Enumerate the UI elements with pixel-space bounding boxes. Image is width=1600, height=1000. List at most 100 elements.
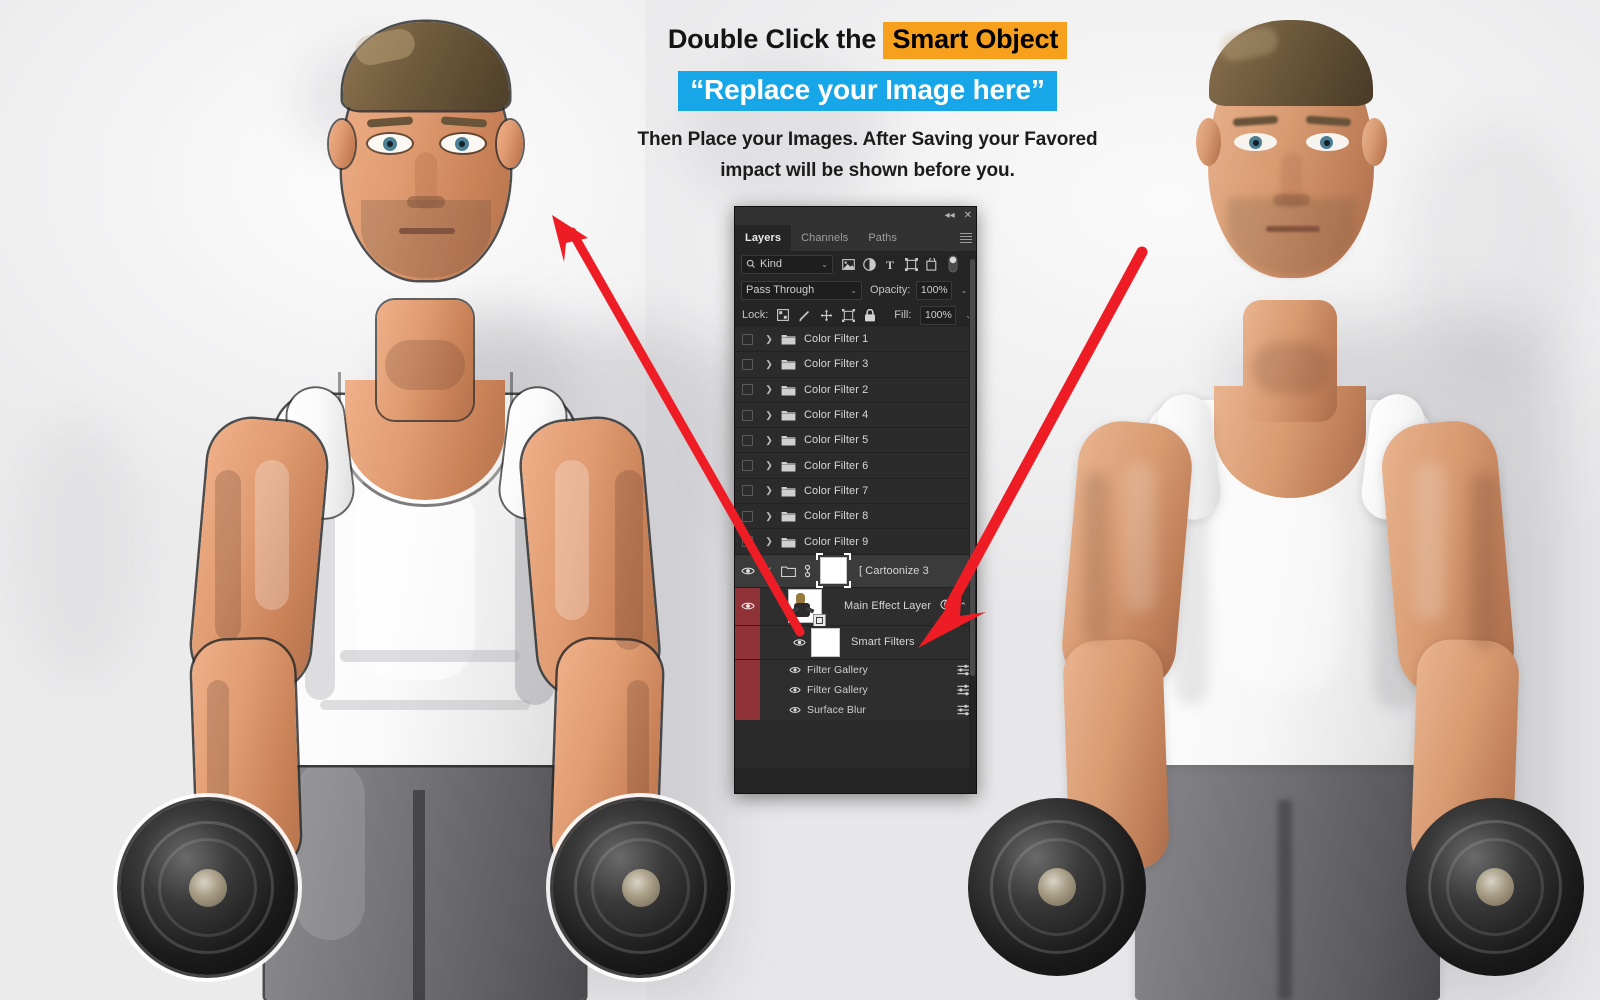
all-lock-icon[interactable] xyxy=(864,308,876,322)
folder-icon xyxy=(778,409,798,421)
transparency-lock-icon[interactable] xyxy=(777,309,790,322)
expand-arrow-icon[interactable]: ❯ xyxy=(760,410,778,421)
filter-name: Filter Gallery xyxy=(807,663,868,676)
folder-icon xyxy=(778,565,798,577)
visibility-toggle[interactable] xyxy=(735,460,760,472)
layer-row-color-filter-4[interactable]: ❯ Color Filter 4 xyxy=(735,403,976,429)
layer-row-smart-filters[interactable]: Smart Filters xyxy=(735,625,976,660)
expand-arrow-icon[interactable]: ❯ xyxy=(760,536,778,547)
visibility-toggle[interactable] xyxy=(735,333,760,345)
collapse-panel-icon[interactable]: ◂◂ xyxy=(945,211,955,221)
folder-icon xyxy=(778,536,798,548)
visibility-toggle[interactable] xyxy=(735,510,760,522)
filter-visibility-toggle[interactable] xyxy=(735,666,807,674)
check-icon: ✓ xyxy=(765,565,773,576)
brush-lock-icon[interactable] xyxy=(798,309,811,322)
visibility-toggle[interactable] xyxy=(735,384,760,396)
tab-paths[interactable]: Paths xyxy=(858,225,907,251)
eye-icon xyxy=(789,706,801,713)
layer-row-color-filter-6[interactable]: ❯ Color Filter 6 xyxy=(735,453,976,479)
layers-list: ❯ Color Filter 1 ❯ Color Filter 3 ❯ Colo… xyxy=(735,327,976,768)
panel-menu-icon[interactable] xyxy=(956,225,976,251)
scrollbar-thumb[interactable] xyxy=(970,259,975,676)
layer-row-color-filter-5[interactable]: ❯ Color Filter 5 xyxy=(735,428,976,454)
smart-filters-mask-thumbnail[interactable] xyxy=(811,627,840,657)
layer-row-color-filter-3[interactable]: ❯ Color Filter 3 xyxy=(735,352,976,378)
smart-filters-label: Smart Filters xyxy=(851,636,915,649)
expand-arrow-icon[interactable]: ❯ xyxy=(760,460,778,471)
tab-channels[interactable]: Channels xyxy=(791,225,858,251)
hamburger-icon xyxy=(960,231,972,245)
blend-mode-row: Pass Through ⌄ Opacity: 100% ⌄ xyxy=(735,277,976,303)
vertical-scrollbar[interactable] xyxy=(969,259,976,793)
layer-row-cartoonize[interactable]: ✓ [ Cartoonize 3 xyxy=(735,553,976,589)
layer-name: Color Filter 9 xyxy=(804,535,869,548)
smart-object-thumbnail[interactable] xyxy=(788,589,826,628)
layers-empty-area xyxy=(735,719,976,768)
blend-mode-dropdown[interactable]: Pass Through ⌄ xyxy=(741,280,862,300)
effects-icon[interactable] xyxy=(940,598,955,614)
visibility-toggle[interactable] xyxy=(735,536,760,548)
layer-name: Color Filter 8 xyxy=(804,510,869,523)
layer-row-color-filter-7[interactable]: ❯ Color Filter 7 xyxy=(735,479,976,505)
collapse-fx-icon[interactable]: ⌃ xyxy=(959,601,967,612)
pixel-layer-icon[interactable] xyxy=(841,257,855,271)
expand-arrow-icon[interactable]: ❯ xyxy=(760,384,778,395)
shape-layer-icon[interactable] xyxy=(904,257,918,271)
expand-arrow-icon[interactable]: ❯ xyxy=(760,334,778,345)
expand-arrow-icon[interactable]: ❯ xyxy=(760,435,778,446)
tab-layers[interactable]: Layers xyxy=(735,225,792,251)
visibility-toggle[interactable] xyxy=(735,409,760,421)
group-mask-thumbnail[interactable] xyxy=(816,553,851,589)
layer-name: Color Filter 7 xyxy=(804,484,869,497)
artboard-lock-icon[interactable] xyxy=(842,308,856,322)
filter-row-filter-gallery-1[interactable]: Filter Gallery xyxy=(735,659,976,680)
expand-arrow-icon[interactable]: ❯ xyxy=(760,511,778,522)
close-panel-icon[interactable]: ✕ xyxy=(964,211,972,221)
opacity-input[interactable]: 100% xyxy=(916,280,953,300)
fill-label: Fill: xyxy=(894,309,912,321)
filter-row-filter-gallery-2[interactable]: Filter Gallery xyxy=(735,679,976,700)
smart-object-highlight: Smart Object xyxy=(883,22,1068,59)
instruction-line-2: “Replace your Image here” xyxy=(615,71,1120,112)
filter-visibility-toggle[interactable] xyxy=(735,706,807,714)
expand-arrow-icon[interactable]: ❯ xyxy=(760,485,778,496)
type-layer-icon[interactable]: T xyxy=(883,257,897,271)
visibility-toggle[interactable] xyxy=(735,358,760,370)
eye-icon xyxy=(740,602,755,610)
lock-row: Lock: Fill: 100% ⌄ xyxy=(735,303,976,327)
layer-name: Color Filter 6 xyxy=(804,459,869,472)
layer-row-color-filter-2[interactable]: ❯ Color Filter 2 xyxy=(735,378,976,403)
layer-row-main-effect[interactable]: Main Effect Layer ⌃ xyxy=(735,587,976,628)
smart-object-icon[interactable] xyxy=(925,257,939,271)
chevron-down-icon: ⌄ xyxy=(821,259,828,269)
visibility-toggle[interactable] xyxy=(735,566,760,576)
link-icon[interactable] xyxy=(798,564,816,578)
move-lock-icon[interactable] xyxy=(820,309,833,322)
visibility-toggle[interactable] xyxy=(735,434,760,446)
filter-row-surface-blur[interactable]: Surface Blur xyxy=(735,699,976,720)
empty-eye-icon xyxy=(742,510,753,522)
fill-input[interactable]: 100% xyxy=(920,305,957,325)
filter-kind-dropdown[interactable]: Kind ⌄ xyxy=(741,254,833,274)
eye-icon xyxy=(789,666,801,673)
folder-icon xyxy=(778,460,798,472)
adjustment-layer-icon[interactable] xyxy=(862,257,876,271)
search-icon xyxy=(746,259,755,268)
layer-row-color-filter-1[interactable]: ❯ Color Filter 1 xyxy=(735,327,976,353)
layer-row-color-filter-8[interactable]: ❯ Color Filter 8 xyxy=(735,504,976,530)
filter-toggle-icon[interactable] xyxy=(946,255,960,273)
layer-name: Color Filter 2 xyxy=(804,383,869,396)
visibility-toggle[interactable] xyxy=(735,485,760,497)
expand-arrow-icon[interactable]: ❯ xyxy=(760,359,778,370)
photoshop-layers-panel[interactable]: ◂◂ ✕ Layers Channels Paths Kind ⌄ T Pass… xyxy=(734,206,977,794)
layer-row-color-filter-9[interactable]: ❯ Color Filter 9 xyxy=(735,529,976,555)
folder-icon xyxy=(778,434,798,446)
layer-name: Main Effect Layer xyxy=(844,600,932,613)
opacity-value: 100% xyxy=(920,284,948,296)
filter-visibility-toggle[interactable] xyxy=(735,686,807,694)
empty-eye-icon xyxy=(742,409,753,421)
smart-filters-visibility-toggle[interactable] xyxy=(793,638,806,647)
opacity-label: Opacity: xyxy=(869,284,911,296)
visibility-toggle[interactable] xyxy=(735,601,760,611)
